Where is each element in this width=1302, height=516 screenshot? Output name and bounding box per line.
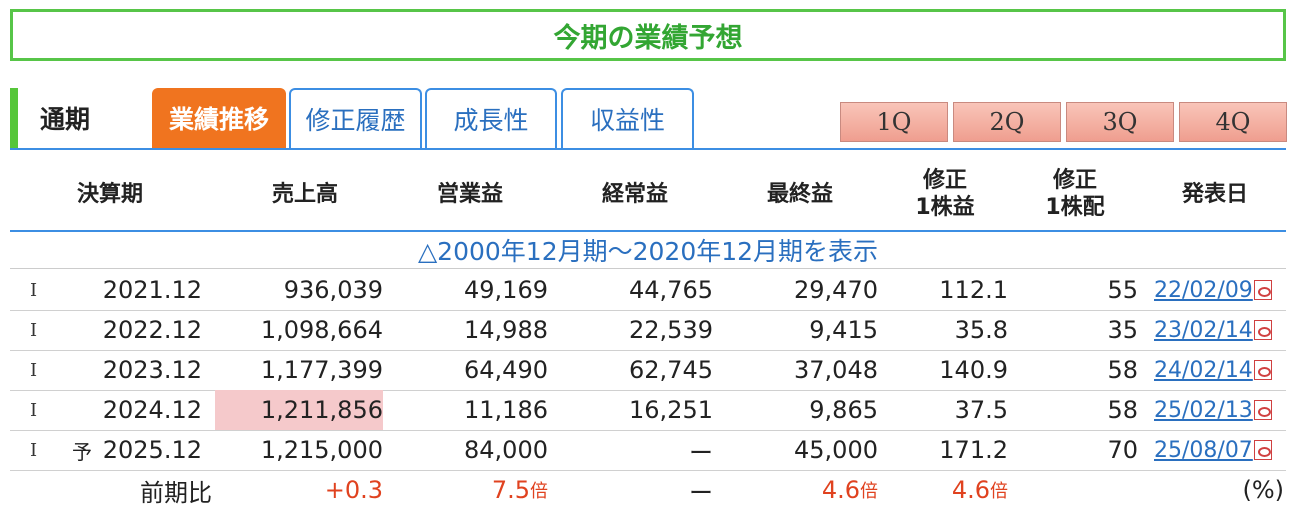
table-header: 決算期 売上高 営業益 経常益 最終益 修正 1株益 修正 1株配 発表日 (10, 158, 1286, 232)
announce-date-cell: 24/02/14 (1154, 350, 1284, 390)
header-ordinary-profit: 経常益 (601, 181, 668, 207)
announce-date-link[interactable]: 23/02/14 (1154, 318, 1253, 343)
net-profit-cell: 37,048 (794, 356, 878, 384)
tab-profitability[interactable]: 収益性 (561, 88, 694, 148)
announce-date-link[interactable]: 22/02/09 (1154, 278, 1253, 303)
announce-date-link[interactable]: 24/02/14 (1154, 358, 1253, 383)
ordinary-profit-cell: 62,745 (629, 356, 713, 384)
period-cell: 2023.12 (102, 356, 202, 384)
quarter-1q-button[interactable]: 1Q (840, 102, 948, 142)
net-profit-cell: 9,865 (809, 396, 878, 424)
comparison-operating-profit: 7.5 倍 (491, 476, 548, 504)
pdf-icon[interactable] (1253, 360, 1272, 380)
tab-marker (10, 88, 18, 148)
announce-date-cell: 23/02/14 (1154, 310, 1284, 350)
operating-profit-cell: 84,000 (464, 436, 548, 464)
sales-cell: 1,211,856 (215, 390, 383, 430)
period-cell: 2021.12 (102, 276, 202, 304)
net-profit-cell: 9,415 (809, 316, 878, 344)
quarter-3q-button[interactable]: 3Q (1066, 102, 1174, 142)
eps-cell: 171.2 (939, 436, 1008, 464)
header-sales: 売上高 (271, 181, 338, 207)
header-dividend: 修正 1株配 (1045, 168, 1105, 220)
sales-cell: 1,098,664 (260, 316, 383, 344)
ordinary-profit-cell: ー (689, 438, 713, 467)
tab-annual[interactable]: 通期 (40, 88, 150, 148)
eps-cell: 35.8 (954, 316, 1008, 344)
table-row: I 2023.12 1,177,399 64,490 62,745 37,048 140.9… (10, 350, 1286, 391)
quarter-2q-button[interactable]: 2Q (953, 102, 1061, 142)
header-announce-date: 発表日 (1181, 181, 1248, 207)
forecast-badge: 予 (72, 439, 92, 464)
row-mark: I (30, 319, 38, 341)
eps-cell: 37.5 (954, 396, 1008, 424)
tab-bar-underline (10, 148, 1286, 150)
comparison-net-profit: 4.6 倍 (821, 476, 878, 504)
dividend-cell: 58 (1107, 356, 1138, 384)
comparison-eps: 4.6 倍 (951, 476, 1008, 504)
row-mark: I (30, 399, 38, 421)
row-mark: I (30, 359, 38, 381)
announce-date-cell: 25/02/13 (1154, 390, 1284, 430)
tab-growth[interactable]: 成長性 (425, 88, 557, 148)
tab-revision-history[interactable]: 修正履歴 (289, 88, 422, 148)
dividend-cell: 58 (1107, 396, 1138, 424)
header-eps: 修正 1株益 (915, 168, 975, 220)
sales-cell: 936,039 (283, 276, 383, 304)
operating-profit-cell: 11,186 (464, 396, 548, 424)
tab-performance-trend[interactable]: 業績推移 (152, 88, 286, 148)
announce-date-link[interactable]: 25/02/13 (1154, 398, 1253, 423)
ordinary-profit-cell: 22,539 (629, 316, 713, 344)
forecast-badge (72, 310, 98, 350)
ordinary-profit-cell: 16,251 (629, 396, 713, 424)
announce-date-link[interactable]: 25/08/07 (1154, 438, 1253, 463)
eps-cell: 140.9 (939, 356, 1008, 384)
header-period: 決算期 (76, 181, 143, 207)
ordinary-profit-cell: 44,765 (629, 276, 713, 304)
show-older-periods-link[interactable]: △2000年12月期〜2020年12月期を表示 (10, 232, 1286, 269)
net-profit-cell: 29,470 (794, 276, 878, 304)
table-row: I 2024.12 1,211,856 11,186 16,251 9,865 37.5 58… (10, 390, 1286, 431)
pdf-icon[interactable] (1253, 400, 1272, 420)
forecast-badge (72, 390, 98, 430)
pdf-icon[interactable] (1253, 440, 1272, 460)
tab-bar: 通期 業績推移 修正履歴 成長性 収益性 1Q 2Q 3Q 4Q (10, 86, 1287, 150)
net-profit-cell: 45,000 (794, 436, 878, 464)
period-cell: 2025.12 (102, 436, 202, 464)
period-cell: 2024.12 (102, 396, 202, 424)
row-mark: I (30, 279, 38, 301)
operating-profit-cell: 64,490 (464, 356, 548, 384)
comparison-ordinary-profit: ー (689, 478, 713, 507)
page-title: 今期の業績予想 (10, 9, 1286, 61)
comparison-row: 前期比 +0.3 7.5 倍 ー 4.6 倍 4.6 倍 (%) (10, 470, 1286, 510)
operating-profit-cell: 14,988 (464, 316, 548, 344)
comparison-unit-note: (%) (1242, 476, 1284, 504)
comparison-sales: +0.3 (324, 476, 383, 504)
dividend-cell: 35 (1107, 316, 1138, 344)
pdf-icon[interactable] (1253, 280, 1272, 300)
table-row: I 予 2025.12 1,215,000 84,000 ー 45,000 171.2 70 25… (10, 430, 1286, 471)
sales-cell: 1,177,399 (260, 356, 383, 384)
comparison-label: 前期比 (140, 478, 212, 507)
operating-profit-cell: 49,169 (464, 276, 548, 304)
sales-cell: 1,215,000 (260, 436, 383, 464)
announce-date-cell: 22/02/09 (1154, 270, 1284, 310)
dividend-cell: 55 (1107, 276, 1138, 304)
dividend-cell: 70 (1107, 436, 1138, 464)
announce-date-cell: 25/08/07 (1154, 430, 1284, 470)
table-row: I 2021.12 936,039 49,169 44,765 29,470 112.1 55… (10, 270, 1286, 311)
quarter-4q-button[interactable]: 4Q (1179, 102, 1287, 142)
forecast-badge (72, 350, 98, 390)
pdf-icon[interactable] (1253, 320, 1272, 340)
row-mark: I (30, 439, 38, 461)
period-cell: 2022.12 (102, 316, 202, 344)
forecast-badge (72, 270, 98, 310)
eps-cell: 112.1 (939, 276, 1008, 304)
header-operating-profit: 営業益 (436, 181, 503, 207)
table-row: I 2022.12 1,098,664 14,988 22,539 9,415 35.8 35… (10, 310, 1286, 351)
header-net-profit: 最終益 (766, 181, 833, 207)
